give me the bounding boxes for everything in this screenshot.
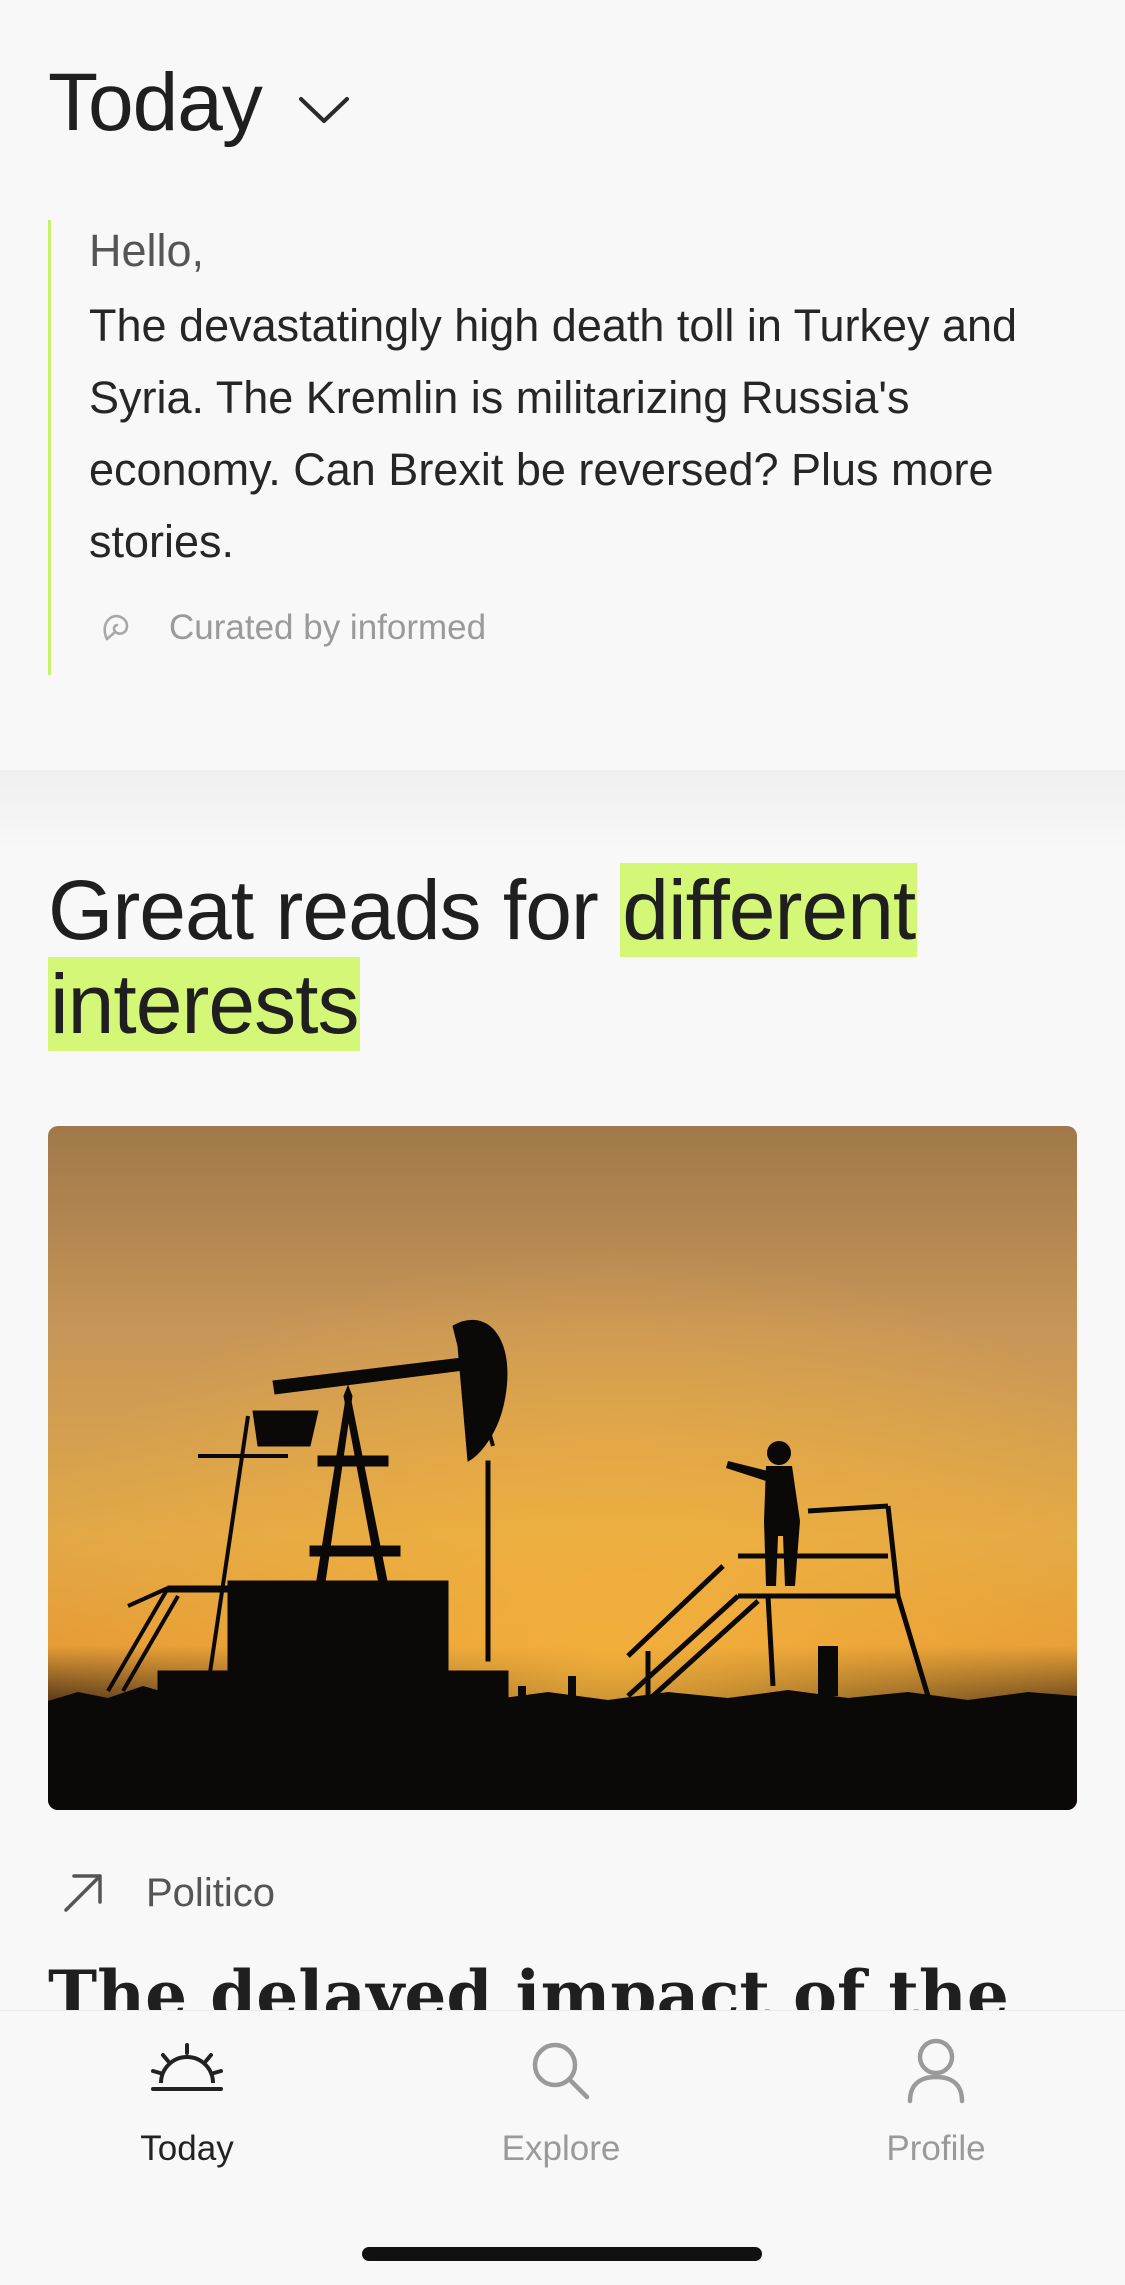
heading-highlight-2: interests — [48, 957, 361, 1051]
chevron-down-icon[interactable] — [296, 90, 352, 130]
search-icon — [521, 2031, 601, 2111]
person-icon — [896, 2031, 976, 2111]
home-indicator[interactable] — [362, 2247, 762, 2261]
briefing-summary: The devastatingly high death toll in Tur… — [89, 300, 1018, 567]
nav-label-today: Today — [140, 2129, 234, 2168]
nav-label-explore: Explore — [501, 2129, 621, 2168]
external-arrow-icon — [60, 1870, 106, 1916]
nav-label-profile: Profile — [886, 2129, 986, 2168]
greeting-text: Hello, — [89, 225, 205, 276]
curated-by-row: Curated by informed — [99, 608, 486, 648]
article-source-row[interactable]: Politico — [60, 1870, 275, 1916]
curated-by-label: Curated by informed — [169, 608, 487, 647]
sunrise-icon — [147, 2031, 227, 2111]
section-heading: Great reads for different interests — [48, 863, 1088, 1051]
oil-pumpjack-sunset-image — [48, 1126, 1077, 1810]
nav-item-today[interactable]: Today — [57, 2031, 317, 2181]
heading-highlight-1: different — [620, 863, 918, 957]
nav-item-explore[interactable]: Explore — [431, 2031, 691, 2181]
informed-logo-icon — [99, 611, 133, 645]
article-source: Politico — [146, 1870, 275, 1915]
article-image[interactable] — [48, 1126, 1077, 1810]
nav-item-profile[interactable]: Profile — [806, 2031, 1066, 2181]
daily-briefing: Hello, The devastatingly high death toll… — [48, 220, 1078, 675]
page-title[interactable]: Today — [48, 62, 263, 144]
section-divider — [0, 770, 1125, 850]
heading-plain: Great reads for — [48, 863, 621, 957]
bottom-navigation: Today Explore Profile — [0, 2010, 1125, 2285]
today-header[interactable]: Today — [48, 48, 352, 158]
